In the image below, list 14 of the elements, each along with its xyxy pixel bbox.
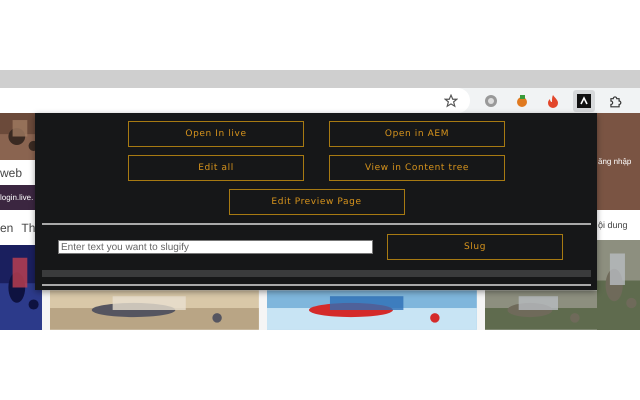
action-button[interactable]: View in Content tree: [329, 155, 505, 181]
nav-link[interactable]: Th: [21, 220, 36, 234]
action-button[interactable]: Open in AEM: [329, 121, 505, 147]
extension-icon[interactable]: [573, 90, 595, 112]
nav-link[interactable]: en: [0, 220, 14, 234]
action-button[interactable]: Edit Preview Page: [228, 189, 404, 215]
link-text: login.live.: [0, 193, 34, 202]
star-icon[interactable]: [444, 94, 458, 108]
search-text: web: [0, 166, 22, 180]
slug-button[interactable]: Slug: [387, 234, 563, 260]
action-button[interactable]: Edit all: [128, 155, 304, 181]
action-button[interactable]: Open In live: [128, 121, 304, 147]
login-link[interactable]: ăng nhập: [598, 157, 632, 166]
slug-input[interactable]: Enter text you want to slugify: [58, 240, 373, 254]
